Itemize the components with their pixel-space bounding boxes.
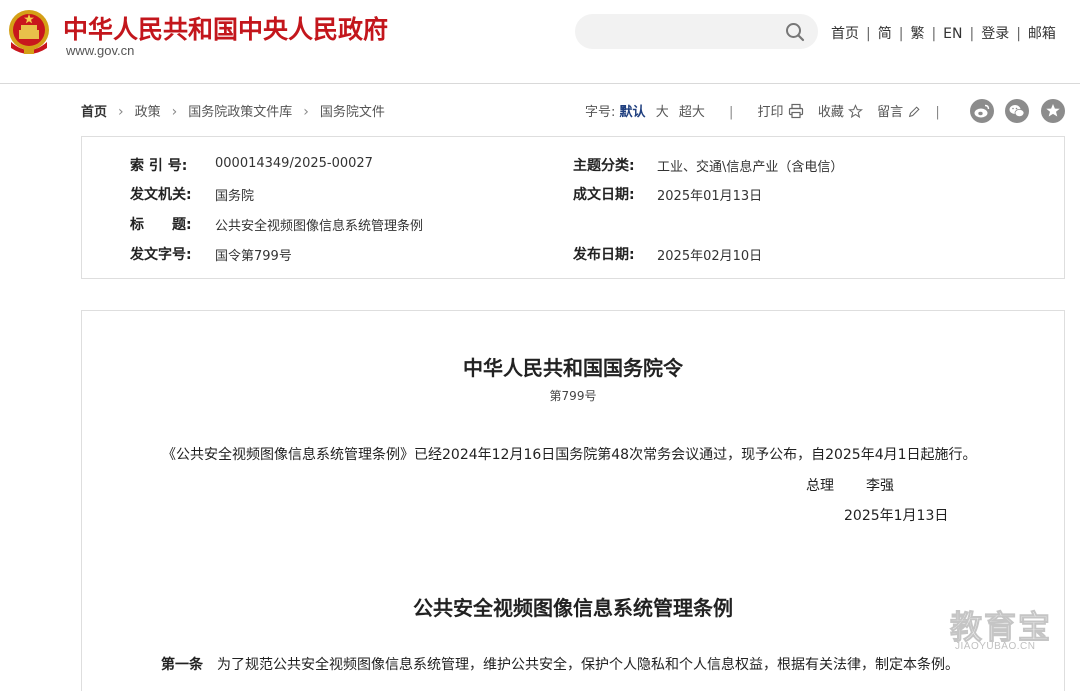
font-size-large[interactable]: 大 — [656, 105, 669, 120]
breadcrumb-policy[interactable]: 政策 — [135, 105, 161, 120]
nav-traditional[interactable]: 繁 — [910, 26, 924, 42]
nav-separator: | — [866, 26, 871, 42]
star-icon — [1046, 104, 1060, 117]
regulation-title: 公共安全视频图像信息系统管理条例 — [413, 596, 733, 620]
favorite-label: 收藏 — [817, 105, 844, 120]
written-date-label: 成文日期: — [573, 187, 635, 203]
nav-home[interactable]: 首页 — [831, 26, 859, 42]
breadcrumb-state-council-docs[interactable]: 国务院文件 — [320, 105, 385, 120]
toolbar-separator: | — [729, 105, 734, 120]
top-nav: 首页 | 简 | 繁 | EN | 登录 | 邮箱 — [831, 23, 1056, 43]
comment-label: 留言 — [877, 105, 904, 120]
chevron-right-icon: › — [171, 104, 178, 120]
favorite-button[interactable]: 收藏 — [817, 104, 867, 120]
comment-button[interactable]: 留言 — [877, 105, 925, 120]
article-toolbar: 字号: 默认 大 超大 | 打印 收藏 留言 | — [585, 101, 950, 120]
printer-icon — [788, 103, 803, 119]
chevron-right-icon: › — [303, 104, 309, 120]
header-divider — [0, 83, 1080, 84]
title-value: 公共安全视频图像信息系统管理条例 — [215, 219, 424, 234]
font-size-label: 字号: — [585, 105, 616, 120]
document-number-label: 发文字号: — [130, 247, 192, 263]
site-domain: www.gov.cn — [66, 43, 135, 58]
weibo-icon — [974, 104, 990, 118]
topic-value: 工业、交通\信息产业（含电信） — [657, 160, 844, 175]
site-header: 中华人民共和国中央人民政府 www.gov.cn 首页 | 简 | 繁 | EN | 登录 | 邮箱 — [0, 0, 1080, 84]
nav-simplified[interactable]: 简 — [878, 26, 892, 42]
document-info-panel: 索 引 号: 000014349/2025-00027 主题分类: 工业、交通\… — [81, 136, 1065, 279]
nav-separator: | — [1016, 26, 1021, 42]
publish-date-value: 2025年02月10日 — [657, 249, 763, 264]
wechat-icon — [1009, 105, 1025, 117]
order-intro-paragraph: 《公共安全视频图像信息系统管理条例》已经2024年12月16日国务院第48次常务… — [162, 447, 977, 463]
nav-login[interactable]: 登录 — [981, 26, 1009, 42]
nav-separator: | — [931, 26, 937, 42]
favorite-share-button[interactable] — [1041, 99, 1065, 123]
article-1-text: 为了规范公共安全视频图像信息系统管理，维护公共安全，保护个人隐私和个人信息权益，… — [217, 657, 959, 673]
nav-separator: | — [969, 26, 975, 42]
pencil-icon — [909, 106, 920, 118]
publish-date-label: 发布日期: — [573, 247, 635, 263]
topic-label: 主题分类: — [573, 158, 635, 174]
chevron-right-icon: › — [118, 104, 124, 120]
breadcrumb-policy-library[interactable]: 国务院政策文件库 — [188, 105, 292, 120]
order-number: 第799号 — [549, 389, 597, 403]
title-label: 标 题: — [130, 217, 192, 233]
nav-english[interactable]: EN — [943, 26, 962, 42]
nav-mail[interactable]: 邮箱 — [1028, 26, 1056, 42]
written-date-value: 2025年01月13日 — [657, 189, 763, 204]
site-title[interactable]: 中华人民共和国中央人民政府 — [63, 10, 388, 46]
article-body: 中华人民共和国国务院令 第799号 《公共安全视频图像信息系统管理条例》已经20… — [81, 310, 1065, 691]
search-icon[interactable] — [784, 21, 806, 43]
weibo-share-button[interactable] — [970, 99, 994, 123]
watermark-url: JIAOYUBAO.CN — [955, 641, 1036, 652]
order-title: 中华人民共和国国务院令 — [463, 356, 683, 380]
sign-date: 2025年1月13日 — [844, 508, 949, 524]
search-input[interactable] — [591, 20, 775, 44]
search-box — [575, 14, 818, 49]
font-size-xlarge[interactable]: 超大 — [679, 105, 705, 120]
breadcrumb-home[interactable]: 首页 — [81, 105, 107, 120]
print-label: 打印 — [757, 105, 784, 120]
signer-name: 李强 — [866, 478, 894, 494]
toolbar-separator: | — [935, 105, 940, 120]
star-outline-icon — [848, 104, 863, 119]
nav-separator: | — [898, 26, 904, 42]
index-number-value: 000014349/2025-00027 — [215, 156, 373, 171]
print-button[interactable]: 打印 — [757, 103, 808, 120]
article-1-paragraph: 第一条 为了规范公共安全视频图像信息系统管理，维护公共安全，保护个人隐私和个人信息… — [161, 654, 959, 674]
article-1-label: 第一条 — [161, 657, 203, 673]
national-emblem-icon[interactable] — [6, 8, 52, 58]
font-size-default[interactable]: 默认 — [620, 105, 646, 120]
breadcrumb: 首页 › 政策 › 国务院政策文件库 › 国务院文件 — [81, 101, 385, 120]
issuer-label: 发文机关: — [130, 187, 192, 203]
issuer-value: 国务院 — [215, 189, 255, 204]
index-number-label: 索 引 号: — [130, 158, 188, 174]
signer-title: 总理 — [806, 478, 834, 494]
document-number-value: 国令第799号 — [215, 249, 292, 264]
wechat-share-button[interactable] — [1005, 99, 1029, 123]
